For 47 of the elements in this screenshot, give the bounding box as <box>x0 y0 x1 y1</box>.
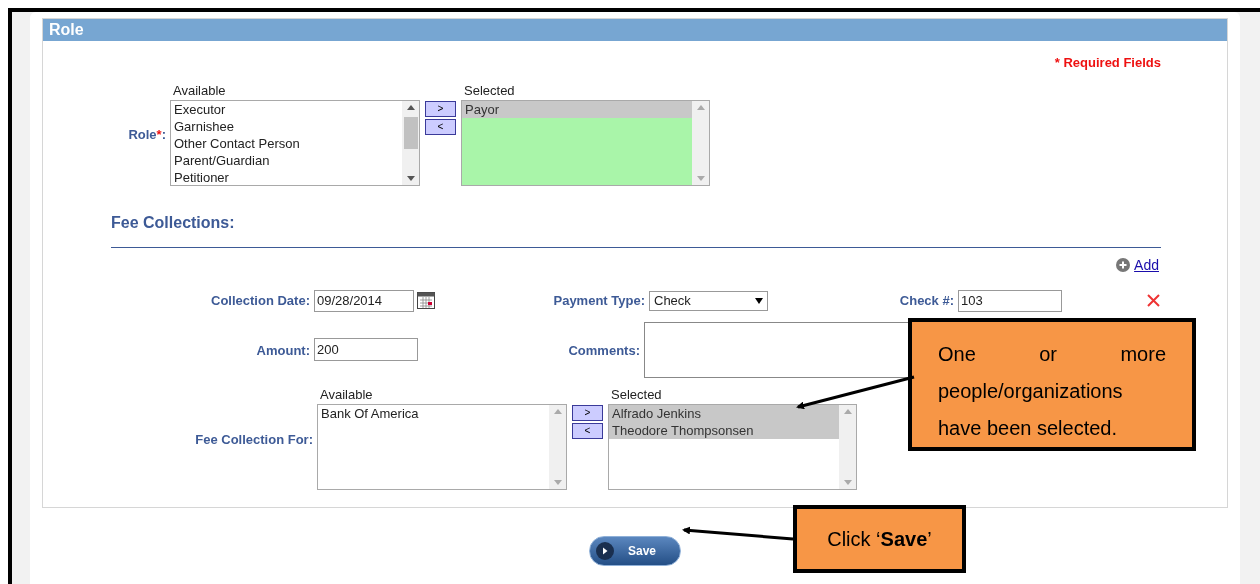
field-label: Check #: <box>898 291 955 310</box>
section-heading: Fee Collections: <box>111 213 235 231</box>
scroll-down-icon[interactable] <box>406 175 415 181</box>
list-label: Available <box>319 386 374 402</box>
list-box[interactable]: Bank Of America <box>317 403 567 490</box>
list-box[interactable]: Executor Garnishee Other Contact Person Parent/Guardian Petitioner <box>170 99 420 186</box>
list-option[interactable]: Executor <box>171 100 402 118</box>
list-option[interactable]: Alfrado Jenkins <box>609 404 839 422</box>
move-button[interactable]: < <box>572 422 603 439</box>
scroll-thumb[interactable] <box>403 116 418 149</box>
delete-icon[interactable] <box>1147 294 1160 307</box>
calendar-icon[interactable] <box>417 292 435 309</box>
scroll-up-icon[interactable] <box>406 104 415 110</box>
date-field[interactable]: 09/28/2014 <box>314 289 414 312</box>
callout-tooltip: One or more people/organizations have been selected. <box>908 318 1196 451</box>
list-option[interactable]: Payor <box>462 100 692 118</box>
payment-type-select[interactable]: Check <box>649 290 768 311</box>
play-icon <box>596 542 614 560</box>
save-button[interactable]: Save <box>589 536 681 566</box>
list-option[interactable]: Parent/Guardian <box>171 151 402 169</box>
list-option[interactable]: Bank Of America <box>318 404 549 422</box>
list-label: Available <box>172 82 227 98</box>
field-label: Collection Date: <box>210 291 311 310</box>
section-header: Role <box>43 19 1227 41</box>
list-label: Selected <box>463 82 516 98</box>
list-box[interactable]: Payor <box>461 99 710 186</box>
add-link[interactable]: Add <box>1134 254 1159 276</box>
add-icon[interactable] <box>1116 258 1131 272</box>
move-button[interactable]: > <box>572 404 603 421</box>
list-box[interactable]: Alfrado Jenkins Theodore Thompsonsen <box>608 403 857 490</box>
amount-field[interactable]: 200 <box>314 337 418 361</box>
move-button[interactable]: < <box>425 118 456 135</box>
list-option[interactable]: Petitioner <box>171 168 402 186</box>
field-label: Fee Collection For: <box>194 430 314 449</box>
check-number-field[interactable]: 103 <box>958 289 1062 312</box>
move-button[interactable]: > <box>425 100 456 117</box>
field-label: Payment Type: <box>552 291 646 310</box>
list-option[interactable]: Other Contact Person <box>171 134 402 152</box>
scrollbar[interactable] <box>402 100 419 185</box>
role-label: Role*: <box>128 126 166 142</box>
required-note: * Required Fields <box>1054 54 1161 72</box>
field-label: Amount: <box>255 341 311 360</box>
list-label: Selected <box>610 386 663 402</box>
field-label: Comments: <box>567 341 641 360</box>
callout-tooltip: Click ‘Save’ <box>793 505 966 573</box>
caret-icon <box>755 297 763 304</box>
list-option[interactable]: Garnishee <box>171 117 402 135</box>
